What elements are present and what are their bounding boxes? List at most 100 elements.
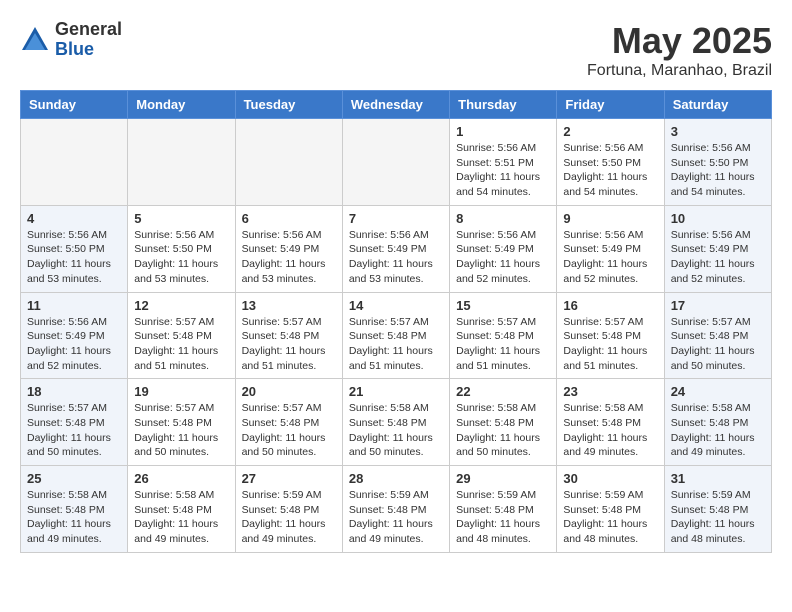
calendar-cell: 7Sunrise: 5:56 AM Sunset: 5:49 PM Daylig…: [342, 205, 449, 292]
day-info: Sunrise: 5:58 AM Sunset: 5:48 PM Dayligh…: [27, 488, 121, 547]
calendar-cell: 22 Sunrise: 5:58 AM Sunset: 5:48 PM Dayli…: [450, 379, 557, 466]
calendar-cell: 10 Sunrise: 5:56 AM Sunset: 5:49 PM Dayli…: [664, 205, 771, 292]
calendar-cell: 4 Sunrise: 5:56 AM Sunset: 5:50 PM Daylig…: [21, 205, 128, 292]
calendar-cell: 12 Sunrise: 5:57 AM Sunset: 5:48 PM Dayli…: [128, 292, 235, 379]
day-number: 2: [563, 124, 657, 139]
day-number: 11: [27, 298, 121, 313]
calendar-cell: 28Sunrise: 5:59 AM Sunset: 5:48 PM Dayli…: [342, 466, 449, 553]
day-info: Sunrise: 5:57 AM Sunset: 5:48 PM Dayligh…: [242, 401, 336, 460]
calendar-cell: 6Sunrise: 5:56 AM Sunset: 5:49 PM Daylig…: [235, 205, 342, 292]
day-number: 13: [242, 298, 336, 313]
day-info: Sunrise: 5:59 AM Sunset: 5:48 PM Dayligh…: [456, 488, 550, 547]
day-number: 10: [671, 211, 765, 226]
day-info: Sunrise: 5:56 AM Sunset: 5:49 PM Dayligh…: [27, 315, 121, 374]
calendar-cell: 1 Sunrise: 5:56 AM Sunset: 5:51 PM Daylig…: [450, 119, 557, 206]
day-info: Sunrise: 5:56 AM Sunset: 5:49 PM Dayligh…: [671, 228, 765, 287]
day-info: Sunrise: 5:56 AM Sunset: 5:51 PM Dayligh…: [456, 141, 550, 200]
week-row-1: 1 Sunrise: 5:56 AM Sunset: 5:51 PM Daylig…: [21, 119, 772, 206]
calendar-table: SundayMondayTuesdayWednesdayThursdayFrid…: [20, 90, 772, 553]
day-number: 26: [134, 471, 228, 486]
logo-icon: [20, 25, 50, 55]
day-info: Sunrise: 5:57 AM Sunset: 5:48 PM Dayligh…: [563, 315, 657, 374]
logo-text: General Blue: [55, 20, 122, 60]
calendar-cell: 2Sunrise: 5:56 AM Sunset: 5:50 PM Daylig…: [557, 119, 664, 206]
day-number: 20: [242, 384, 336, 399]
calendar-cell: 29Sunrise: 5:59 AM Sunset: 5:48 PM Dayli…: [450, 466, 557, 553]
month-title: May 2025: [587, 20, 772, 62]
day-info: Sunrise: 5:58 AM Sunset: 5:48 PM Dayligh…: [456, 401, 550, 460]
calendar-cell: 5 Sunrise: 5:56 AM Sunset: 5:50 PM Daylig…: [128, 205, 235, 292]
week-row-5: 25Sunrise: 5:58 AM Sunset: 5:48 PM Dayli…: [21, 466, 772, 553]
day-info: Sunrise: 5:57 AM Sunset: 5:48 PM Dayligh…: [456, 315, 550, 374]
day-info: Sunrise: 5:57 AM Sunset: 5:48 PM Dayligh…: [671, 315, 765, 374]
day-number: 3: [671, 124, 765, 139]
day-info: Sunrise: 5:56 AM Sunset: 5:49 PM Dayligh…: [456, 228, 550, 287]
calendar-cell: [235, 119, 342, 206]
day-info: Sunrise: 5:57 AM Sunset: 5:48 PM Dayligh…: [134, 401, 228, 460]
day-info: Sunrise: 5:59 AM Sunset: 5:48 PM Dayligh…: [242, 488, 336, 547]
calendar-cell: [342, 119, 449, 206]
logo-general: General: [55, 20, 122, 40]
day-info: Sunrise: 5:59 AM Sunset: 5:48 PM Dayligh…: [563, 488, 657, 547]
calendar-cell: [128, 119, 235, 206]
calendar-cell: 20 Sunrise: 5:57 AM Sunset: 5:48 PM Dayli…: [235, 379, 342, 466]
calendar-cell: 3 Sunrise: 5:56 AM Sunset: 5:50 PM Daylig…: [664, 119, 771, 206]
day-number: 30: [563, 471, 657, 486]
calendar-cell: 16Sunrise: 5:57 AM Sunset: 5:48 PM Dayli…: [557, 292, 664, 379]
day-number: 4: [27, 211, 121, 226]
day-number: 7: [349, 211, 443, 226]
calendar-cell: 26 Sunrise: 5:58 AM Sunset: 5:48 PM Dayli…: [128, 466, 235, 553]
calendar-cell: 14Sunrise: 5:57 AM Sunset: 5:48 PM Dayli…: [342, 292, 449, 379]
calendar-cell: 17 Sunrise: 5:57 AM Sunset: 5:48 PM Dayli…: [664, 292, 771, 379]
calendar-cell: 8 Sunrise: 5:56 AM Sunset: 5:49 PM Daylig…: [450, 205, 557, 292]
calendar-cell: 24 Sunrise: 5:58 AM Sunset: 5:48 PM Dayli…: [664, 379, 771, 466]
day-info: Sunrise: 5:58 AM Sunset: 5:48 PM Dayligh…: [349, 401, 443, 460]
day-info: Sunrise: 5:56 AM Sunset: 5:49 PM Dayligh…: [242, 228, 336, 287]
week-row-3: 11 Sunrise: 5:56 AM Sunset: 5:49 PM Dayli…: [21, 292, 772, 379]
calendar-cell: 23Sunrise: 5:58 AM Sunset: 5:48 PM Dayli…: [557, 379, 664, 466]
day-header-wednesday: Wednesday: [342, 91, 449, 119]
calendar-cell: 21 Sunrise: 5:58 AM Sunset: 5:48 PM Dayli…: [342, 379, 449, 466]
day-number: 27: [242, 471, 336, 486]
calendar-cell: 31 Sunrise: 5:59 AM Sunset: 5:48 PM Dayli…: [664, 466, 771, 553]
day-info: Sunrise: 5:58 AM Sunset: 5:48 PM Dayligh…: [671, 401, 765, 460]
day-number: 1: [456, 124, 550, 139]
day-header-saturday: Saturday: [664, 91, 771, 119]
day-number: 17: [671, 298, 765, 313]
day-number: 21: [349, 384, 443, 399]
day-info: Sunrise: 5:56 AM Sunset: 5:50 PM Dayligh…: [671, 141, 765, 200]
week-row-4: 18Sunrise: 5:57 AM Sunset: 5:48 PM Dayli…: [21, 379, 772, 466]
calendar-cell: 13 Sunrise: 5:57 AM Sunset: 5:48 PM Dayli…: [235, 292, 342, 379]
day-header-tuesday: Tuesday: [235, 91, 342, 119]
calendar-cell: 9Sunrise: 5:56 AM Sunset: 5:49 PM Daylig…: [557, 205, 664, 292]
day-info: Sunrise: 5:57 AM Sunset: 5:48 PM Dayligh…: [242, 315, 336, 374]
day-number: 19: [134, 384, 228, 399]
calendar-cell: 25Sunrise: 5:58 AM Sunset: 5:48 PM Dayli…: [21, 466, 128, 553]
day-info: Sunrise: 5:56 AM Sunset: 5:50 PM Dayligh…: [134, 228, 228, 287]
day-info: Sunrise: 5:59 AM Sunset: 5:48 PM Dayligh…: [671, 488, 765, 547]
day-header-sunday: Sunday: [21, 91, 128, 119]
day-number: 15: [456, 298, 550, 313]
calendar-cell: 11 Sunrise: 5:56 AM Sunset: 5:49 PM Dayli…: [21, 292, 128, 379]
day-number: 22: [456, 384, 550, 399]
day-info: Sunrise: 5:58 AM Sunset: 5:48 PM Dayligh…: [134, 488, 228, 547]
day-info: Sunrise: 5:57 AM Sunset: 5:48 PM Dayligh…: [134, 315, 228, 374]
logo-blue: Blue: [55, 40, 122, 60]
day-number: 14: [349, 298, 443, 313]
day-header-friday: Friday: [557, 91, 664, 119]
week-row-2: 4 Sunrise: 5:56 AM Sunset: 5:50 PM Daylig…: [21, 205, 772, 292]
day-info: Sunrise: 5:56 AM Sunset: 5:49 PM Dayligh…: [563, 228, 657, 287]
day-info: Sunrise: 5:59 AM Sunset: 5:48 PM Dayligh…: [349, 488, 443, 547]
calendar-cell: 18Sunrise: 5:57 AM Sunset: 5:48 PM Dayli…: [21, 379, 128, 466]
calendar-cell: [21, 119, 128, 206]
calendar-cell: 30 Sunrise: 5:59 AM Sunset: 5:48 PM Dayli…: [557, 466, 664, 553]
day-info: Sunrise: 5:58 AM Sunset: 5:48 PM Dayligh…: [563, 401, 657, 460]
day-number: 31: [671, 471, 765, 486]
day-header-thursday: Thursday: [450, 91, 557, 119]
day-number: 5: [134, 211, 228, 226]
day-number: 24: [671, 384, 765, 399]
day-number: 12: [134, 298, 228, 313]
day-info: Sunrise: 5:56 AM Sunset: 5:50 PM Dayligh…: [27, 228, 121, 287]
logo: General Blue: [20, 20, 122, 60]
day-number: 8: [456, 211, 550, 226]
